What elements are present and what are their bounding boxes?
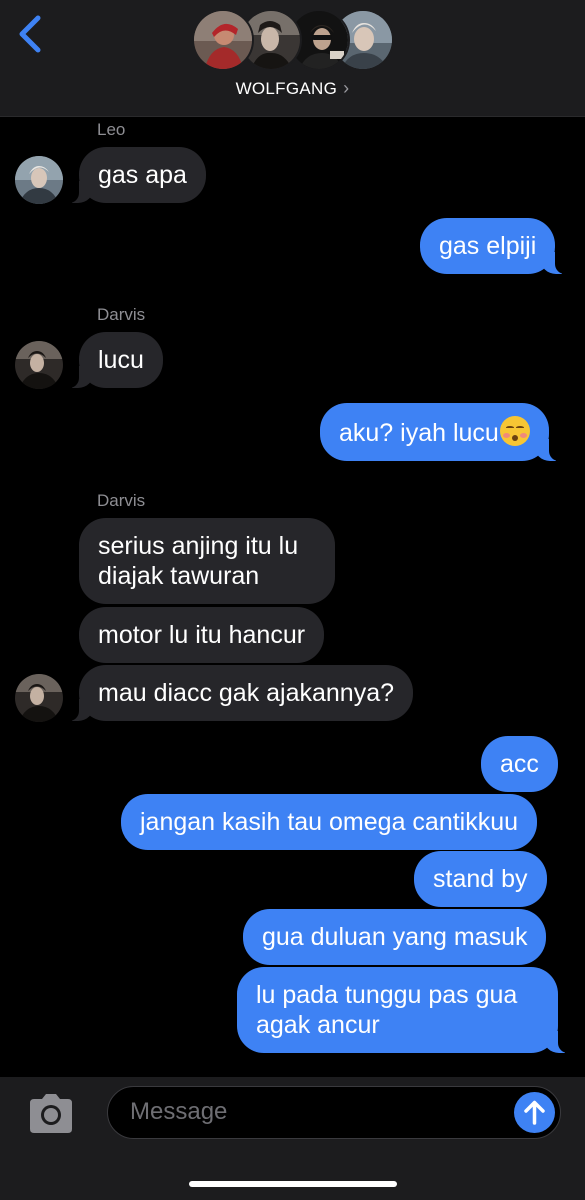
message-bubble-incoming[interactable]: serius anjing itu lu diajak tawuran <box>79 518 335 604</box>
message-text: gua duluan yang masuk <box>262 923 528 951</box>
message-text: gas elpiji <box>439 232 537 260</box>
sender-name: Darvis <box>97 305 146 324</box>
message-bubble-incoming[interactable]: motor lu itu hancur <box>79 607 325 663</box>
sender-avatar-darvis[interactable] <box>15 341 63 389</box>
message-text: lucu <box>98 346 144 374</box>
chevron-right-icon: › <box>343 78 350 98</box>
message-text: mau diacc gak ajakannya? <box>98 679 395 707</box>
message-bubble-incoming[interactable]: lucu <box>67 332 163 388</box>
message-bubble-outgoing[interactable]: gua duluan yang masuk <box>243 909 547 965</box>
sender-avatar-darvis[interactable] <box>15 674 63 722</box>
message-bubble-outgoing[interactable]: gas elpiji <box>420 218 568 274</box>
message-bubble-incoming[interactable]: mau diacc gak ajakannya? <box>66 665 414 721</box>
message-bubble-outgoing[interactable]: aku? iyah lucu <box>320 403 561 461</box>
sender-name: Leo <box>97 120 126 139</box>
message-bubble-outgoing[interactable]: acc <box>481 736 558 792</box>
message-text: motor lu itu hancur <box>98 621 306 649</box>
message-bubble-outgoing[interactable]: stand by <box>414 851 547 907</box>
sender-name: Darvis <box>97 491 146 510</box>
group-avatars[interactable] <box>192 9 394 71</box>
compose-bar <box>0 1077 585 1200</box>
message-bubble-incoming[interactable]: gas apa <box>67 147 206 203</box>
message-bubble-outgoing[interactable]: lu pada tunggu pas gua agak ancur <box>237 967 570 1053</box>
member-avatar <box>192 9 254 71</box>
back-button[interactable] <box>14 14 50 54</box>
home-indicator[interactable] <box>189 1181 397 1187</box>
chevron-left-icon <box>19 15 41 53</box>
message-bubble-outgoing[interactable]: jangan kasih tau omega cantikkuu <box>121 794 538 850</box>
message-text: stand by <box>433 865 528 893</box>
message-text: aku? iyah lucu <box>339 419 499 447</box>
kissing-closed-eyes-emoji <box>499 416 530 446</box>
group-name-label: WOLFGANG <box>235 79 338 98</box>
group-name[interactable]: WOLFGANG › <box>0 78 585 99</box>
camera-icon <box>30 1094 72 1133</box>
message-text: lu pada tunggu pas gua agak ancur <box>256 981 518 1039</box>
camera-button[interactable] <box>26 1093 76 1135</box>
message-text: acc <box>500 750 539 778</box>
chat-header: WOLFGANG › <box>0 0 585 117</box>
message-text: jangan kasih tau omega cantikkuu <box>140 808 519 836</box>
message-text: serius anjing itu lu diajak tawuran <box>98 532 299 590</box>
arrow-up-icon <box>524 1100 545 1125</box>
send-button[interactable] <box>514 1092 555 1133</box>
message-input[interactable] <box>130 1087 510 1137</box>
message-field[interactable] <box>107 1086 561 1139</box>
sender-avatar-leo[interactable] <box>15 156 63 204</box>
message-text: gas apa <box>98 161 187 189</box>
